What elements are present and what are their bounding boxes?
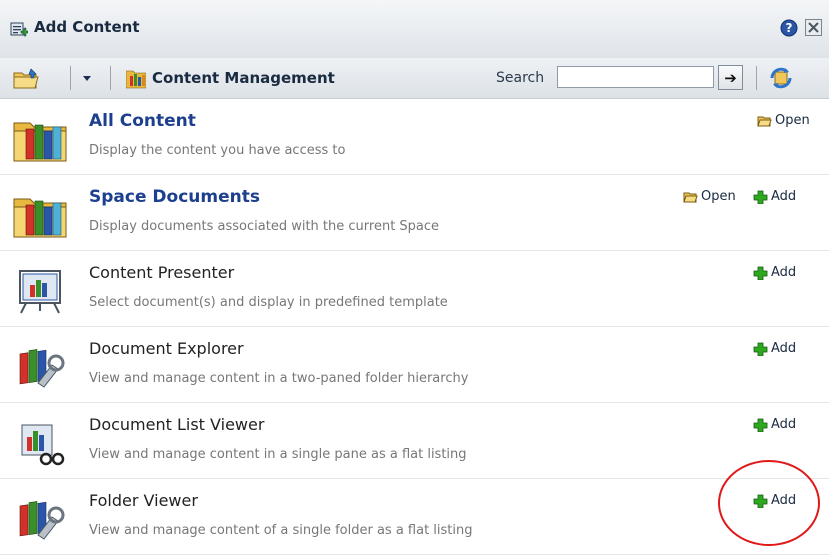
annotation-circle xyxy=(718,460,820,546)
content-presenter-icon xyxy=(19,270,61,314)
add-plus-icon xyxy=(753,418,768,432)
add-plus-icon xyxy=(753,342,768,356)
search-go-button[interactable]: ➔ xyxy=(718,65,743,90)
panel-header: Add Content ? xyxy=(0,0,829,59)
list-item: Space Documents Display documents associ… xyxy=(0,175,829,251)
item-description: Select document(s) and display in predef… xyxy=(89,295,448,310)
item-description: View and manage content in a two-paned f… xyxy=(89,371,469,386)
list-item: Folder Viewer View and manage content of… xyxy=(0,479,829,555)
space-documents-icon xyxy=(13,198,67,238)
item-description: View and manage content of a single fold… xyxy=(89,523,473,538)
add-link[interactable]: Add xyxy=(753,417,796,432)
svg-text:?: ? xyxy=(786,21,793,35)
toolbar: Content Management Search ➔ xyxy=(0,58,829,99)
open-link[interactable]: Open xyxy=(757,113,810,128)
item-title[interactable]: Content Presenter xyxy=(89,263,234,282)
open-folder-icon xyxy=(683,192,698,202)
list-item: Content Presenter Select document(s) and… xyxy=(0,251,829,327)
breadcrumb[interactable]: Content Management xyxy=(152,69,335,87)
item-title[interactable]: All Content xyxy=(89,111,196,131)
item-title[interactable]: Document Explorer xyxy=(89,339,244,358)
folder-icon[interactable] xyxy=(12,67,40,91)
item-description: Display documents associated with the cu… xyxy=(89,219,440,234)
toolbar-separator xyxy=(110,66,111,90)
item-title[interactable]: Space Documents xyxy=(89,187,260,207)
add-link[interactable]: Add xyxy=(753,341,796,356)
add-plus-icon xyxy=(753,190,768,204)
panel-title: Add Content xyxy=(34,18,140,36)
item-title[interactable]: Document List Viewer xyxy=(89,415,264,434)
add-label: Add xyxy=(771,417,797,432)
chevron-down-icon[interactable] xyxy=(80,70,94,86)
list-item: Document List Viewer View and manage con… xyxy=(0,403,829,479)
open-label: Open xyxy=(701,189,736,204)
search-input[interactable] xyxy=(557,66,714,88)
refresh-icon[interactable] xyxy=(768,65,794,91)
add-link[interactable]: Add xyxy=(753,189,796,204)
open-label: Open xyxy=(775,113,810,128)
content-list: All Content Display the content you have… xyxy=(0,99,829,559)
list-item: Document Explorer View and manage conten… xyxy=(0,327,829,403)
search-label: Search xyxy=(496,70,545,86)
toolbar-separator xyxy=(756,66,757,90)
item-title[interactable]: Folder Viewer xyxy=(89,491,198,510)
document-list-viewer-icon xyxy=(21,424,65,466)
folder-viewer-icon xyxy=(19,501,65,540)
help-icon[interactable]: ? xyxy=(780,19,798,37)
toolbar-separator xyxy=(70,66,71,90)
add-label: Add xyxy=(771,341,797,356)
add-link[interactable]: Add xyxy=(753,265,796,280)
open-folder-icon xyxy=(757,116,772,126)
close-icon[interactable] xyxy=(805,19,822,36)
add-label: Add xyxy=(771,189,797,204)
content-library-icon xyxy=(13,122,67,162)
content-management-icon xyxy=(126,70,146,89)
add-label: Add xyxy=(771,265,797,280)
add-content-icon xyxy=(10,22,28,37)
item-description: Display the content you have access to xyxy=(89,143,346,158)
document-explorer-icon xyxy=(19,349,65,388)
list-item: All Content Display the content you have… xyxy=(0,99,829,175)
item-description: View and manage content in a single pane… xyxy=(89,447,467,462)
open-link[interactable]: Open xyxy=(683,189,736,204)
add-plus-icon xyxy=(753,266,768,280)
